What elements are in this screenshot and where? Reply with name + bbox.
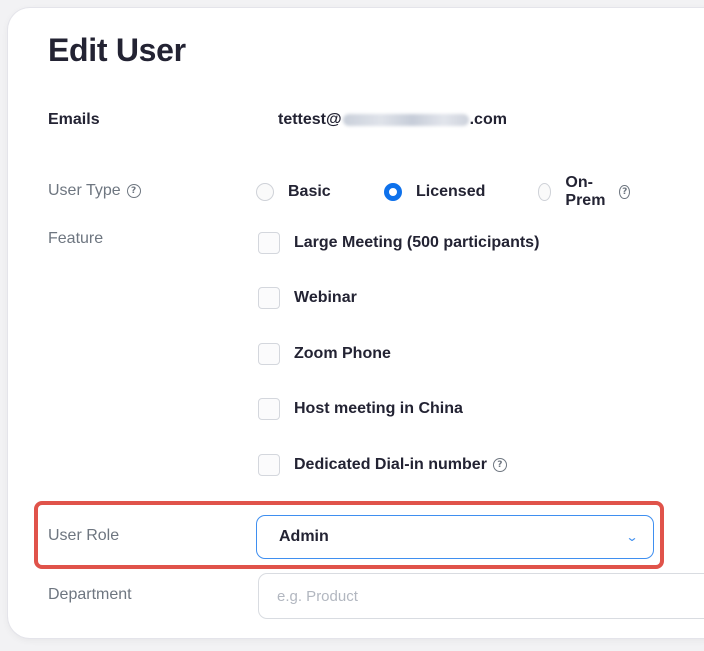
redacted-domain [342,113,469,126]
feature-host-china[interactable]: Host meeting in China [258,397,463,421]
radio-basic-label: Basic [288,183,331,200]
help-icon[interactable]: ? [619,185,631,199]
email-prefix: tettest@ [278,111,342,128]
radio-circle[interactable] [538,183,552,201]
checkbox[interactable] [258,398,280,420]
user-role-selected-value: Admin [279,528,329,545]
feature-dedicated-dial-in-label: Dedicated Dial-in number [294,456,487,473]
radio-circle[interactable] [256,183,274,201]
feature-zoom-phone-label: Zoom Phone [294,345,391,362]
user-type-label-text: User Type [48,182,121,199]
radio-on-prem[interactable]: On-Prem ? [538,174,631,209]
department-label: Department [48,586,132,603]
feature-large-meeting[interactable]: Large Meeting (500 participants) [258,231,539,255]
help-icon[interactable]: ? [126,183,141,198]
department-input[interactable] [258,573,704,619]
page-title: Edit User [48,32,186,68]
feature-label: Feature [48,230,104,247]
checkbox[interactable] [258,343,280,365]
feature-zoom-phone[interactable]: Zoom Phone [258,342,391,366]
email-value: tettest@ .com [278,111,507,129]
checkbox[interactable] [258,287,280,309]
radio-circle-checked[interactable] [384,183,402,201]
feature-webinar-label: Webinar [294,289,357,306]
emails-label: Emails [48,111,100,128]
user-role-label: User Role [48,527,120,544]
radio-licensed[interactable]: Licensed [384,180,485,204]
user-type-label: User Type? [48,182,141,200]
email-suffix: .com [469,111,507,128]
feature-host-china-label: Host meeting in China [294,400,463,417]
checkbox[interactable] [258,232,280,254]
radio-licensed-label: Licensed [416,183,486,200]
help-icon[interactable]: ? [492,458,507,472]
edit-user-panel: Edit User Emails tettest@ .com User Type?… [8,8,704,638]
feature-dedicated-dial-in[interactable]: Dedicated Dial-in number ? [258,453,507,477]
chevron-down-icon[interactable]: ⌄ [625,530,638,544]
feature-large-meeting-label: Large Meeting (500 participants) [294,234,540,251]
feature-webinar[interactable]: Webinar [258,286,357,310]
user-role-select[interactable]: Admin ⌄ [256,515,654,559]
checkbox[interactable] [258,454,280,476]
radio-basic[interactable]: Basic [256,180,331,204]
radio-on-prem-label: On-Prem [565,174,606,209]
